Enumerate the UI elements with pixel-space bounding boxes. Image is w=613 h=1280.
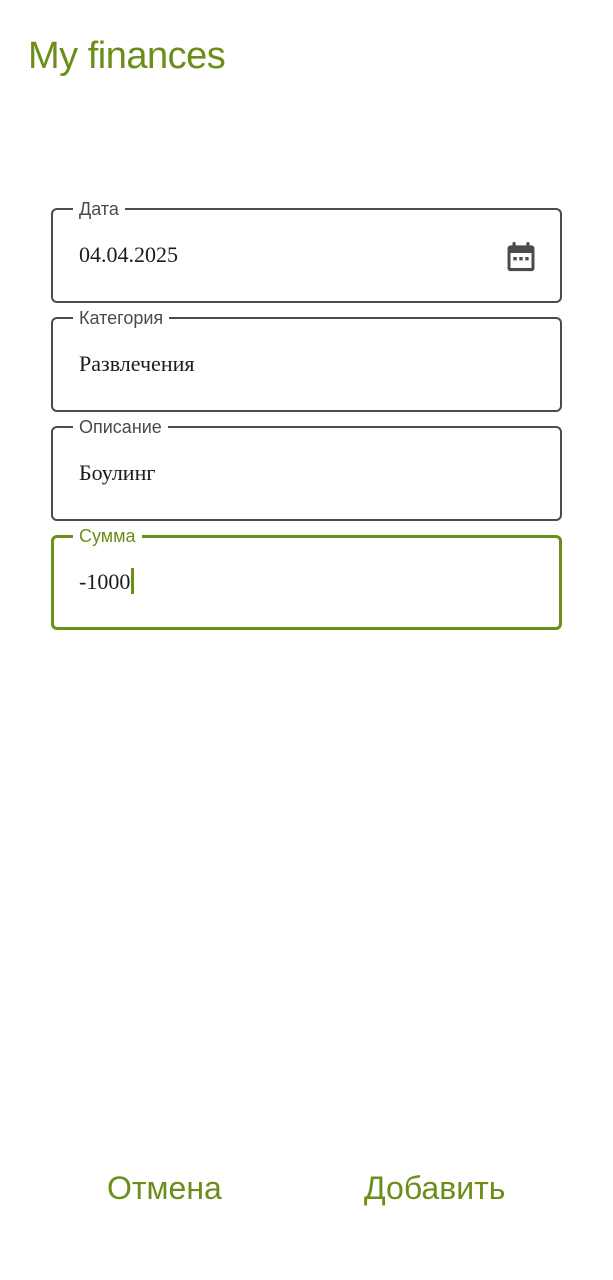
description-field-label: Описание: [73, 416, 168, 438]
date-field-value: 04.04.2025: [79, 242, 178, 267]
amount-field[interactable]: Сумма -1000: [51, 525, 562, 630]
date-field-label: Дата: [73, 198, 125, 220]
category-field[interactable]: Категория Развлечения: [51, 307, 562, 412]
add-button[interactable]: Добавить: [352, 1160, 517, 1216]
category-field-label: Категория: [73, 307, 170, 329]
description-field[interactable]: Описание Боулинг: [51, 416, 562, 521]
amount-field-value: -1000: [79, 567, 135, 597]
cancel-button[interactable]: Отмена: [95, 1160, 234, 1216]
app-title: My finances: [28, 35, 226, 77]
amount-field-label: Сумма: [73, 525, 142, 547]
calendar-icon[interactable]: [504, 239, 538, 275]
category-field-value: Развлечения: [79, 351, 195, 376]
text-caret: [131, 568, 135, 594]
description-field-value: Боулинг: [79, 460, 156, 485]
add-transaction-screen: My finances Дата 04.04.2025 Категория Ра…: [0, 0, 613, 1280]
date-field[interactable]: Дата 04.04.2025: [51, 198, 562, 303]
amount-field-text: -1000: [79, 569, 131, 594]
